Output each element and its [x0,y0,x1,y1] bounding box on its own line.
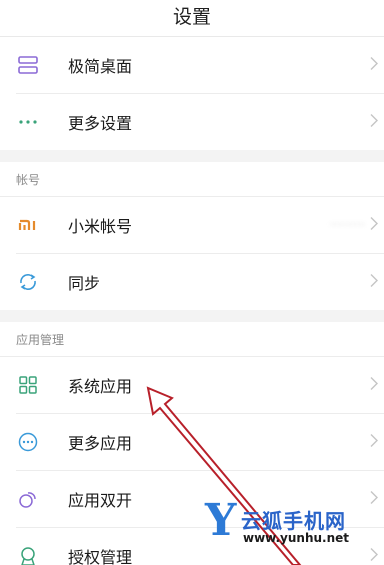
watermark-url: www.yunhu.net [243,531,350,545]
more-circle-icon [16,430,40,454]
menu-item-label: 小米帐号 [68,217,133,236]
account-id-value: ······· [330,217,366,233]
section-gap [0,310,384,322]
section-gap [0,150,384,162]
menu-item-label: 更多应用 [68,434,133,453]
menu-item-more-settings[interactable]: 更多设置 [0,94,384,150]
menu-item-label: 同步 [68,274,101,293]
more-dots-icon [16,110,40,134]
menu-item-system-apps[interactable]: 系统应用 [0,357,384,413]
chevron-right-icon [370,216,378,235]
chevron-right-icon [370,433,378,452]
chevron-right-icon [370,113,378,132]
chevron-right-icon [370,56,378,75]
menu-item-label: 极简桌面 [68,57,133,76]
simple-desktop-icon [16,53,40,77]
page-title: 设置 [172,6,211,28]
menu-item-label: 更多设置 [68,114,133,133]
watermark-site-name: 云狐手机网 [241,509,346,533]
watermark: Y 云狐手机网 www.yunhu.net [205,499,380,553]
section-header-account: 帐号 [16,172,41,187]
menu-item-simple-desktop[interactable]: 极简桌面 [0,37,384,93]
chevron-right-icon [370,376,378,395]
menu-item-more-apps[interactable]: 更多应用 [0,414,384,470]
grid-apps-icon [16,373,40,397]
dual-apps-icon [16,487,40,511]
section-header-app-management: 应用管理 [16,332,65,347]
mi-logo-icon [16,213,40,237]
permission-icon [16,544,40,565]
sync-icon [16,270,40,294]
chevron-right-icon [370,273,378,292]
watermark-logo-letter: Y [205,495,237,546]
menu-item-mi-account[interactable]: 小米帐号 ······· [0,197,384,253]
menu-item-label: 系统应用 [68,377,133,396]
header: 设置 [0,0,384,36]
menu-item-sync[interactable]: 同步 [0,254,384,310]
